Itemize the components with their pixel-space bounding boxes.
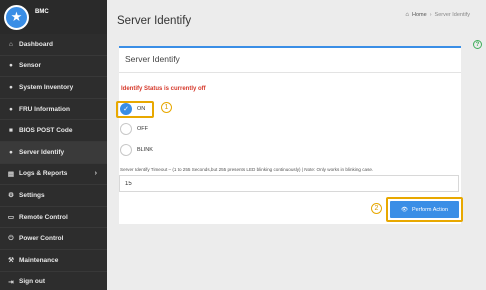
brand: ★ BMC <box>0 0 107 34</box>
sidebar-item-icon: ● <box>9 62 13 70</box>
callout-2: 2 <box>371 203 382 214</box>
sidebar-item-maintenance[interactable]: ⚒ Maintenance <box>0 250 107 272</box>
breadcrumb-home[interactable]: Home <box>412 12 427 18</box>
radio-blink-label: BLINK <box>137 147 153 153</box>
sidebar-item-server-identify[interactable]: ● Server Identify <box>0 141 107 164</box>
sidebar-item-icon: ▭ <box>7 214 15 222</box>
sidebar-item-label: Maintenance <box>19 256 59 264</box>
sidebar-item-icon: ● <box>9 83 13 91</box>
sidebar-item-power-control[interactable]: ⏻ Power Control <box>0 228 107 250</box>
perform-action-button[interactable]: 👁 Perform Action <box>390 201 459 218</box>
sidebar-item-sign-out[interactable]: ⇥ Sign out <box>0 272 107 290</box>
perform-action-label: Perform Action <box>411 206 449 213</box>
brand-name: BMC <box>35 9 49 15</box>
sidebar-item-icon: ■ <box>9 127 13 135</box>
sidebar-item-label: Dashboard <box>19 40 53 48</box>
radio-on-control[interactable]: ✓ <box>120 103 132 115</box>
sidebar-item-icon: ⚒ <box>8 257 14 265</box>
sidebar-item-settings[interactable]: ⚙ Settings <box>0 185 107 207</box>
sidebar-nav: ⌂ Dashboard ● Sensor ● System Inventory ● FRU I… <box>0 34 107 290</box>
sidebar-item-bios-post-code[interactable]: ■ BIOS POST Code <box>0 120 107 142</box>
sidebar-item-icon: ⚙ <box>8 192 14 200</box>
radio-off[interactable]: OFF <box>120 123 148 135</box>
sidebar-item-dashboard[interactable]: ⌂ Dashboard <box>0 34 107 56</box>
sidebar-item-icon: ⌂ <box>9 40 13 48</box>
timeout-label: Server Identify Timeout – (1 to 255 Seco… <box>120 167 374 172</box>
sidebar-item-label: Sign out <box>19 278 45 286</box>
sidebar-item-label: Remote Control <box>19 213 68 221</box>
radio-off-control[interactable] <box>120 123 132 135</box>
sidebar-item-remote-control[interactable]: ▭ Remote Control <box>0 207 107 229</box>
sidebar-item-label: BIOS POST Code <box>19 127 73 135</box>
sidebar: ★ BMC ⌂ Dashboard ● Sensor ● System Inventory… <box>0 0 107 290</box>
sidebar-item-fru-information[interactable]: ● FRU Information <box>0 99 107 121</box>
sidebar-item-logs-reports[interactable]: ▤ Logs & Reports › <box>0 164 107 186</box>
sidebar-item-icon: ● <box>9 148 13 156</box>
radio-off-label: OFF <box>137 126 148 132</box>
sidebar-item-label: Server Identify <box>19 148 65 156</box>
sidebar-item-system-inventory[interactable]: ● System Inventory <box>0 77 107 99</box>
sidebar-item-sensor[interactable]: ● Sensor <box>0 56 107 78</box>
callout-1: 1 <box>161 102 172 113</box>
panel-title: Server Identify <box>125 54 180 64</box>
breadcrumb-current: Server Identify <box>434 12 470 18</box>
sidebar-item-label: System Inventory <box>19 83 74 91</box>
sidebar-item-label: Settings <box>19 191 45 199</box>
radio-blink[interactable]: BLINK <box>120 144 153 156</box>
star-icon[interactable]: ★ <box>4 4 29 30</box>
sidebar-item-label: FRU Information <box>19 105 70 113</box>
radio-blink-control[interactable] <box>120 144 132 156</box>
sidebar-item-label: Power Control <box>19 235 64 243</box>
identify-status-text: Identify Status is currently off <box>121 86 206 92</box>
chevron-right-icon: › <box>94 170 97 178</box>
timeout-input[interactable] <box>119 175 459 192</box>
sidebar-item-icon: ▤ <box>7 170 15 178</box>
sidebar-item-label: Sensor <box>19 62 42 70</box>
home-icon: ⌂ <box>405 12 410 18</box>
radio-on-label: ON <box>137 106 146 112</box>
breadcrumb: ⌂ Home › Server Identify <box>405 12 470 18</box>
sidebar-item-icon: ⇥ <box>8 278 14 286</box>
panel-divider <box>119 72 461 73</box>
radio-on[interactable]: ✓ ON <box>120 103 145 115</box>
sidebar-item-icon: ● <box>9 105 13 113</box>
sidebar-item-icon: ⏻ <box>8 234 14 242</box>
sidebar-item-label: Logs & Reports <box>19 170 68 178</box>
main-content: Server Identify ⌂ Home › Server Identify… <box>107 0 486 290</box>
help-icon[interactable]: ? <box>473 40 482 49</box>
page-title: Server Identify <box>117 15 192 27</box>
eye-icon: 👁 <box>400 206 408 213</box>
breadcrumb-separator: › <box>429 12 432 18</box>
